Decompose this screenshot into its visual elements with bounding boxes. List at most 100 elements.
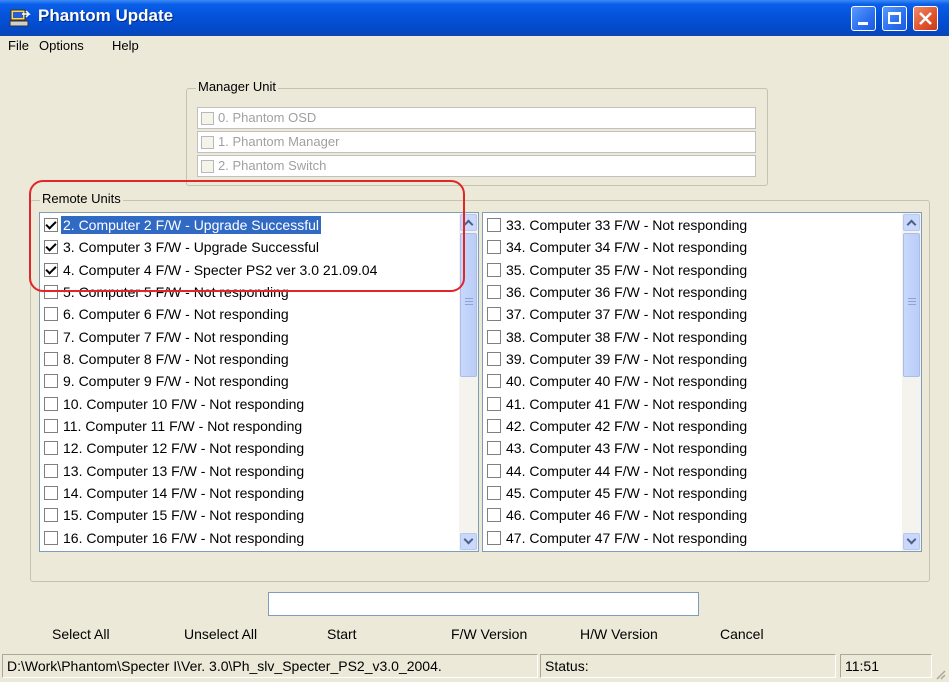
list-item-label: 11. Computer 11 F/W - Not responding xyxy=(63,417,303,434)
list-item[interactable]: 16. Computer 16 F/W - Not responding xyxy=(40,527,478,549)
select-all-button[interactable]: Select All xyxy=(52,626,110,642)
menu-help[interactable]: Help xyxy=(112,38,139,53)
minimize-icon xyxy=(858,22,868,25)
remote-units-list-right[interactable]: 47. Computer 47 F/W - Not responding 46. … xyxy=(482,212,922,552)
list-item-label: 40. Computer 40 F/W - Not responding xyxy=(506,373,748,390)
list-item[interactable]: 47. Computer 47 F/W - Not responding xyxy=(483,527,921,549)
checkbox-disabled xyxy=(201,136,214,149)
item-checkbox[interactable] xyxy=(44,329,58,344)
app-icon xyxy=(9,9,31,27)
close-icon xyxy=(919,12,932,25)
list-item[interactable]: 34. Computer 34 F/W - Not responding xyxy=(483,236,921,258)
list-item-label: 37. Computer 37 F/W - Not responding xyxy=(506,306,748,323)
item-checkbox[interactable] xyxy=(44,418,58,433)
list-item[interactable]: 14. Computer 14 F/W - Not responding xyxy=(40,482,478,504)
item-checkbox[interactable] xyxy=(44,307,58,322)
item-checkbox[interactable] xyxy=(44,463,58,478)
scroll-down-button[interactable] xyxy=(460,533,477,550)
progress-field xyxy=(268,592,699,616)
list-item[interactable]: 7. Computer 7 F/W - Not responding xyxy=(40,326,478,348)
list-item[interactable]: 39. Computer 39 F/W - Not responding xyxy=(483,348,921,370)
status-path: D:\Work\Phantom\Specter I\Ver. 3.0\Ph_sl… xyxy=(2,654,538,678)
item-checkbox[interactable] xyxy=(487,351,501,366)
item-checkbox[interactable] xyxy=(487,284,501,299)
chevron-down-icon xyxy=(463,534,474,545)
unselect-all-button[interactable]: Unselect All xyxy=(184,626,257,642)
list-item[interactable]: 44. Computer 44 F/W - Not responding xyxy=(483,460,921,482)
maximize-button[interactable] xyxy=(882,6,907,31)
list-item[interactable]: 33. Computer 33 F/W - Not responding xyxy=(483,214,921,236)
list-item-label: 35. Computer 35 F/W - Not responding xyxy=(506,261,748,278)
item-checkbox[interactable] xyxy=(44,485,58,500)
manager-item-switch: 2. Phantom Switch xyxy=(197,155,756,177)
minimize-button[interactable] xyxy=(851,6,876,31)
list-item[interactable]: 13. Computer 13 F/W - Not responding xyxy=(40,460,478,482)
scrollbar-right[interactable] xyxy=(902,213,921,551)
item-checkbox[interactable] xyxy=(487,485,501,500)
menu-file[interactable]: File xyxy=(8,38,29,53)
item-checkbox[interactable] xyxy=(487,329,501,344)
close-button[interactable] xyxy=(913,6,938,31)
list-item[interactable]: 40. Computer 40 F/W - Not responding xyxy=(483,370,921,392)
list-item[interactable]: 43. Computer 43 F/W - Not responding xyxy=(483,437,921,459)
checkbox-disabled xyxy=(201,160,214,173)
item-checkbox[interactable] xyxy=(487,530,501,545)
manager-item-osd: 0. Phantom OSD xyxy=(197,107,756,129)
list-item-label: 47. Computer 47 F/W - Not responding xyxy=(506,529,748,546)
list-item-label: 43. Computer 43 F/W - Not responding xyxy=(506,440,748,457)
list-item[interactable]: 41. Computer 41 F/W - Not responding xyxy=(483,393,921,415)
list-item[interactable]: 11. Computer 11 F/W - Not responding xyxy=(40,415,478,437)
menu-bar: File Options Help xyxy=(0,36,949,58)
list-item[interactable]: 37. Computer 37 F/W - Not responding xyxy=(483,303,921,325)
list-item[interactable]: 6. Computer 6 F/W - Not responding xyxy=(40,303,478,325)
manager-item-manager: 1. Phantom Manager xyxy=(197,131,756,153)
item-checkbox[interactable] xyxy=(44,351,58,366)
list-item[interactable]: 12. Computer 12 F/W - Not responding xyxy=(40,437,478,459)
item-checkbox[interactable] xyxy=(44,374,58,389)
list-item[interactable]: 10. Computer 10 F/W - Not responding xyxy=(40,393,478,415)
list-item[interactable]: 45. Computer 45 F/W - Not responding xyxy=(483,482,921,504)
status-bar: D:\Work\Phantom\Specter I\Ver. 3.0\Ph_sl… xyxy=(0,652,949,682)
item-checkbox[interactable] xyxy=(487,218,501,232)
resize-grip-icon xyxy=(936,670,946,680)
item-checkbox[interactable] xyxy=(487,396,501,411)
hw-version-button[interactable]: H/W Version xyxy=(580,626,658,642)
item-checkbox[interactable] xyxy=(487,307,501,322)
menu-options[interactable]: Options xyxy=(39,38,84,53)
list-item[interactable]: 15. Computer 15 F/W - Not responding xyxy=(40,504,478,526)
item-checkbox[interactable] xyxy=(487,418,501,433)
list-item[interactable]: 35. Computer 35 F/W - Not responding xyxy=(483,259,921,281)
list-item[interactable]: 42. Computer 42 F/W - Not responding xyxy=(483,415,921,437)
manager-unit-label: Manager Unit xyxy=(196,79,279,94)
item-checkbox[interactable] xyxy=(487,240,501,255)
list-item-label: 41. Computer 41 F/W - Not responding xyxy=(506,395,748,412)
list-item[interactable]: 46. Computer 46 F/W - Not responding xyxy=(483,504,921,526)
item-checkbox[interactable] xyxy=(44,396,58,411)
list-item-label: 16. Computer 16 F/W - Not responding xyxy=(63,529,305,546)
list-item[interactable]: 9. Computer 9 F/W - Not responding xyxy=(40,370,478,392)
scroll-thumb[interactable] xyxy=(903,233,920,377)
item-checkbox[interactable] xyxy=(487,262,501,277)
list-item[interactable]: 38. Computer 38 F/W - Not responding xyxy=(483,326,921,348)
item-checkbox[interactable] xyxy=(487,463,501,478)
item-checkbox[interactable] xyxy=(487,441,501,456)
chevron-up-icon xyxy=(463,219,474,230)
scroll-down-button[interactable] xyxy=(903,533,920,550)
scroll-up-button[interactable] xyxy=(903,214,920,231)
list-item[interactable]: 36. Computer 36 F/W - Not responding xyxy=(483,281,921,303)
list-item-label: 34. Computer 34 F/W - Not responding xyxy=(506,239,748,256)
fw-version-button[interactable]: F/W Version xyxy=(451,626,527,642)
manager-item-label: 1. Phantom Manager xyxy=(218,134,340,149)
item-checkbox[interactable] xyxy=(487,374,501,389)
item-checkbox[interactable] xyxy=(44,508,58,523)
start-button[interactable]: Start xyxy=(327,626,357,642)
chevron-up-icon xyxy=(906,219,917,230)
status-time: 11:51 xyxy=(840,654,932,678)
item-checkbox[interactable] xyxy=(44,441,58,456)
list-item-label: 39. Computer 39 F/W - Not responding xyxy=(506,350,748,367)
list-item[interactable]: 8. Computer 8 F/W - Not responding xyxy=(40,348,478,370)
title-bar[interactable]: Phantom Update xyxy=(0,0,949,36)
item-checkbox[interactable] xyxy=(44,530,58,545)
item-checkbox[interactable] xyxy=(487,508,501,523)
cancel-button[interactable]: Cancel xyxy=(720,626,764,642)
